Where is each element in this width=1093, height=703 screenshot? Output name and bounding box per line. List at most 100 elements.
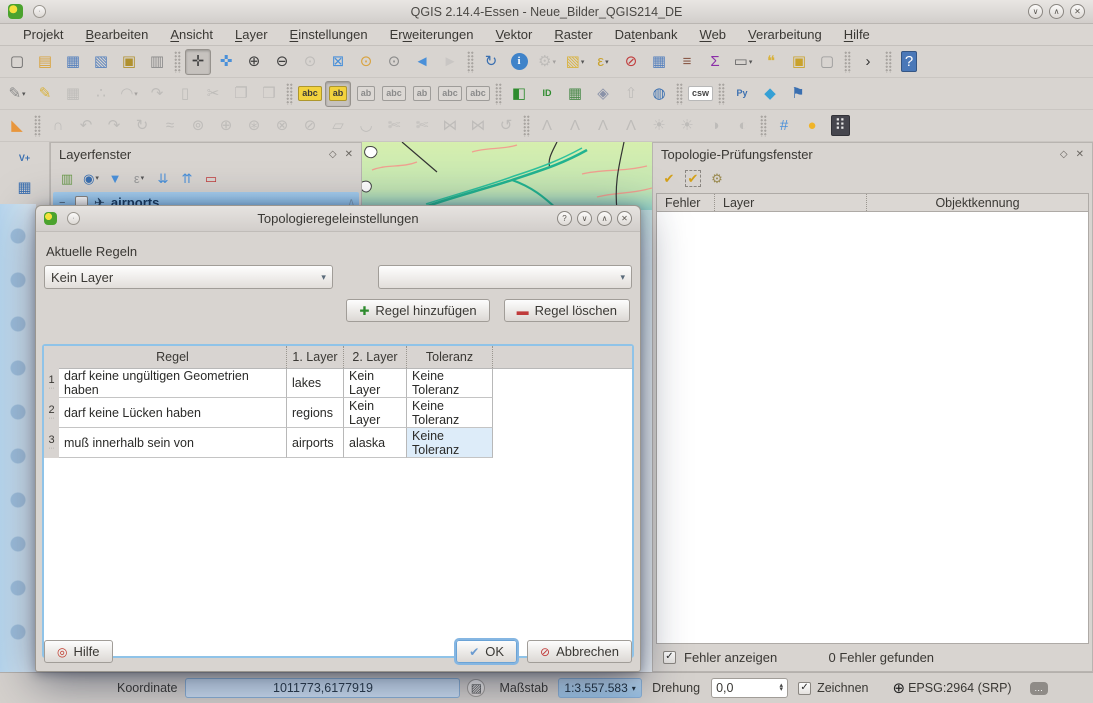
zoom-to-selection-button[interactable]: ⊙	[381, 49, 407, 75]
column-header-layer[interactable]: Layer	[715, 194, 867, 211]
dialog-maximize-button[interactable]: ∧	[597, 211, 612, 226]
menu-layer[interactable]: Layer	[224, 25, 279, 44]
db-importer-button[interactable]: ◍	[646, 81, 672, 107]
zoom-out-button[interactable]: ⊖	[269, 49, 295, 75]
column-header-3[interactable]: 2. Layer	[344, 346, 407, 368]
cell-layer1[interactable]: regions	[287, 398, 344, 428]
cancel-button[interactable]: ⊘ Abbrechen	[527, 640, 632, 663]
save-project-as-button[interactable]: ▧	[88, 49, 114, 75]
collapse-all-button[interactable]: ⇈	[176, 167, 198, 189]
table-row[interactable]: 3muß innerhalb sein vonairportsalaskaKei…	[44, 428, 632, 458]
pan-to-selection-button[interactable]: ✜	[213, 49, 239, 75]
toggle-extents-mouse-icon[interactable]: ▨	[467, 679, 485, 697]
save-project-button[interactable]: ▦	[60, 49, 86, 75]
labeling-button[interactable]: abc	[297, 81, 323, 107]
coordinate-input[interactable]	[185, 678, 460, 698]
field-calculator-button[interactable]: ≡	[674, 49, 700, 75]
composer-manager-button[interactable]: ▥	[144, 49, 170, 75]
add-raster-layer-button[interactable]: ▦	[0, 174, 49, 200]
toggle-editing-button[interactable]: ✎	[32, 81, 58, 107]
select-features-button[interactable]: ▧▾	[562, 49, 588, 75]
toolbar-overflow-button[interactable]: ›	[855, 49, 881, 75]
menu-projekt[interactable]: Projekt	[12, 25, 74, 44]
validate-all-button[interactable]: ✔	[658, 167, 680, 189]
cell-layer2[interactable]: alaska	[344, 428, 407, 458]
float-panel-icon[interactable]: ◇	[329, 149, 337, 160]
add-vector-layer-button[interactable]: V+	[0, 145, 49, 171]
window-maximize-button[interactable]: ∧	[1049, 4, 1064, 19]
zoom-full-button[interactable]: ⊠	[325, 49, 351, 75]
rule-select[interactable]: ▾	[378, 265, 632, 289]
menu-bearbeiten[interactable]: Bearbeiten	[74, 25, 159, 44]
open-project-button[interactable]: ▤	[32, 49, 58, 75]
column-header-objektkennung[interactable]: Objektkennung	[867, 194, 1088, 211]
dialog-menu-button[interactable]: ·	[67, 212, 80, 225]
cell-rule[interactable]: muß innerhalb sein von	[59, 428, 287, 458]
identify-features-button[interactable]: i	[506, 49, 532, 75]
grid-overlay-button[interactable]: #	[771, 113, 797, 139]
menu-vektor[interactable]: Vektor	[484, 25, 543, 44]
column-header-2[interactable]: 1. Layer	[287, 346, 344, 368]
dialog-minimize-button[interactable]: ∨	[577, 211, 592, 226]
label-pin-button[interactable]: ab	[325, 81, 351, 107]
evis-database-button[interactable]: ◧	[506, 81, 532, 107]
cell-layer1[interactable]: airports	[287, 428, 344, 458]
float-panel-icon[interactable]: ◇	[1060, 149, 1068, 160]
label-display-button[interactable]: abc	[381, 81, 407, 107]
cell-layer1[interactable]: lakes	[287, 368, 344, 398]
label-properties-button[interactable]: abc	[465, 81, 491, 107]
close-panel-icon[interactable]: ✕	[1076, 149, 1084, 160]
configure-rules-button[interactable]: ⚙	[706, 167, 728, 189]
manage-visibility-dropdown-caret[interactable]: ▾	[95, 174, 99, 182]
menu-verarbeitung[interactable]: Verarbeitung	[737, 25, 833, 44]
help-button[interactable]: ◎ Hilfe	[44, 640, 113, 663]
layer-select[interactable]: Kein Layer ▾	[44, 265, 333, 289]
pan-map-button[interactable]: ✛	[185, 49, 211, 75]
render-checkbox[interactable]: ✓	[798, 682, 811, 695]
filter-expression-dropdown-caret[interactable]: ▾	[141, 174, 145, 182]
dialog-close-button[interactable]: ✕	[617, 211, 632, 226]
menu-raster[interactable]: Raster	[543, 25, 603, 44]
window-menu-button[interactable]: ·	[33, 5, 46, 18]
new-bookmark-button[interactable]: ▣	[786, 49, 812, 75]
zoom-in-button[interactable]: ⊕	[241, 49, 267, 75]
label-anchor-button[interactable]: ab	[353, 81, 379, 107]
cell-layer2[interactable]: Kein Layer	[344, 398, 407, 428]
deselect-all-button[interactable]: ⊘	[618, 49, 644, 75]
select-by-expression-button[interactable]: ε▾	[590, 49, 616, 75]
menu-ansicht[interactable]: Ansicht	[159, 25, 224, 44]
scale-combo[interactable]: 1:3.557.583 ▾	[558, 678, 642, 698]
filter-expression-button[interactable]: ε▾	[128, 167, 150, 189]
show-bookmarks-button[interactable]: ▢	[814, 49, 840, 75]
topology-checker-button[interactable]: ⠿	[827, 113, 853, 139]
add-group-button[interactable]: ▥	[56, 167, 78, 189]
current-edits-button[interactable]: ✎▾	[4, 81, 30, 107]
run-feature-action-dropdown-caret[interactable]: ▾	[552, 58, 556, 66]
window-close-button[interactable]: ✕	[1070, 4, 1085, 19]
menu-einstellungen[interactable]: Einstellungen	[279, 25, 379, 44]
current-edits-dropdown-caret[interactable]: ▾	[22, 90, 26, 98]
globe-plugin-button[interactable]: ◈	[590, 81, 616, 107]
menu-datenbank[interactable]: Datenbank	[604, 25, 689, 44]
ok-button[interactable]: ✔ OK	[456, 640, 517, 663]
label-rotate-button[interactable]: abc	[437, 81, 463, 107]
row-number[interactable]: 3	[44, 428, 59, 458]
csw-plugin-button[interactable]: csw	[687, 81, 714, 107]
spinner-arrows-icon[interactable]: ▴▾	[780, 684, 784, 692]
rotation-spinner[interactable]: 0,0 ▴▾	[711, 678, 788, 698]
menu-erweiterungen[interactable]: Erweiterungen	[379, 25, 485, 44]
menu-web[interactable]: Web	[689, 25, 738, 44]
messages-icon[interactable]: …	[1030, 682, 1048, 695]
delete-rule-button[interactable]: ▬ Regel löschen	[504, 299, 630, 322]
cell-rule[interactable]: darf keine Lücken haben	[59, 398, 287, 428]
close-panel-icon[interactable]: ✕	[345, 149, 353, 160]
add-rule-button[interactable]: ✚ Regel hinzufügen	[346, 299, 489, 322]
georeferencer-button[interactable]: ▦	[562, 81, 588, 107]
window-minimize-button[interactable]: ∨	[1028, 4, 1043, 19]
cell-tolerance[interactable]: Keine Toleranz	[407, 398, 493, 428]
dialog-titlebar[interactable]: · Topologieregeleinstellungen ?∨∧✕	[36, 206, 640, 232]
statistical-summary-button[interactable]: Σ	[702, 49, 728, 75]
refresh-button[interactable]: ↻	[478, 49, 504, 75]
dialog-help-button[interactable]: ?	[557, 211, 572, 226]
node-tool-dropdown-caret[interactable]: ▾	[134, 90, 138, 98]
